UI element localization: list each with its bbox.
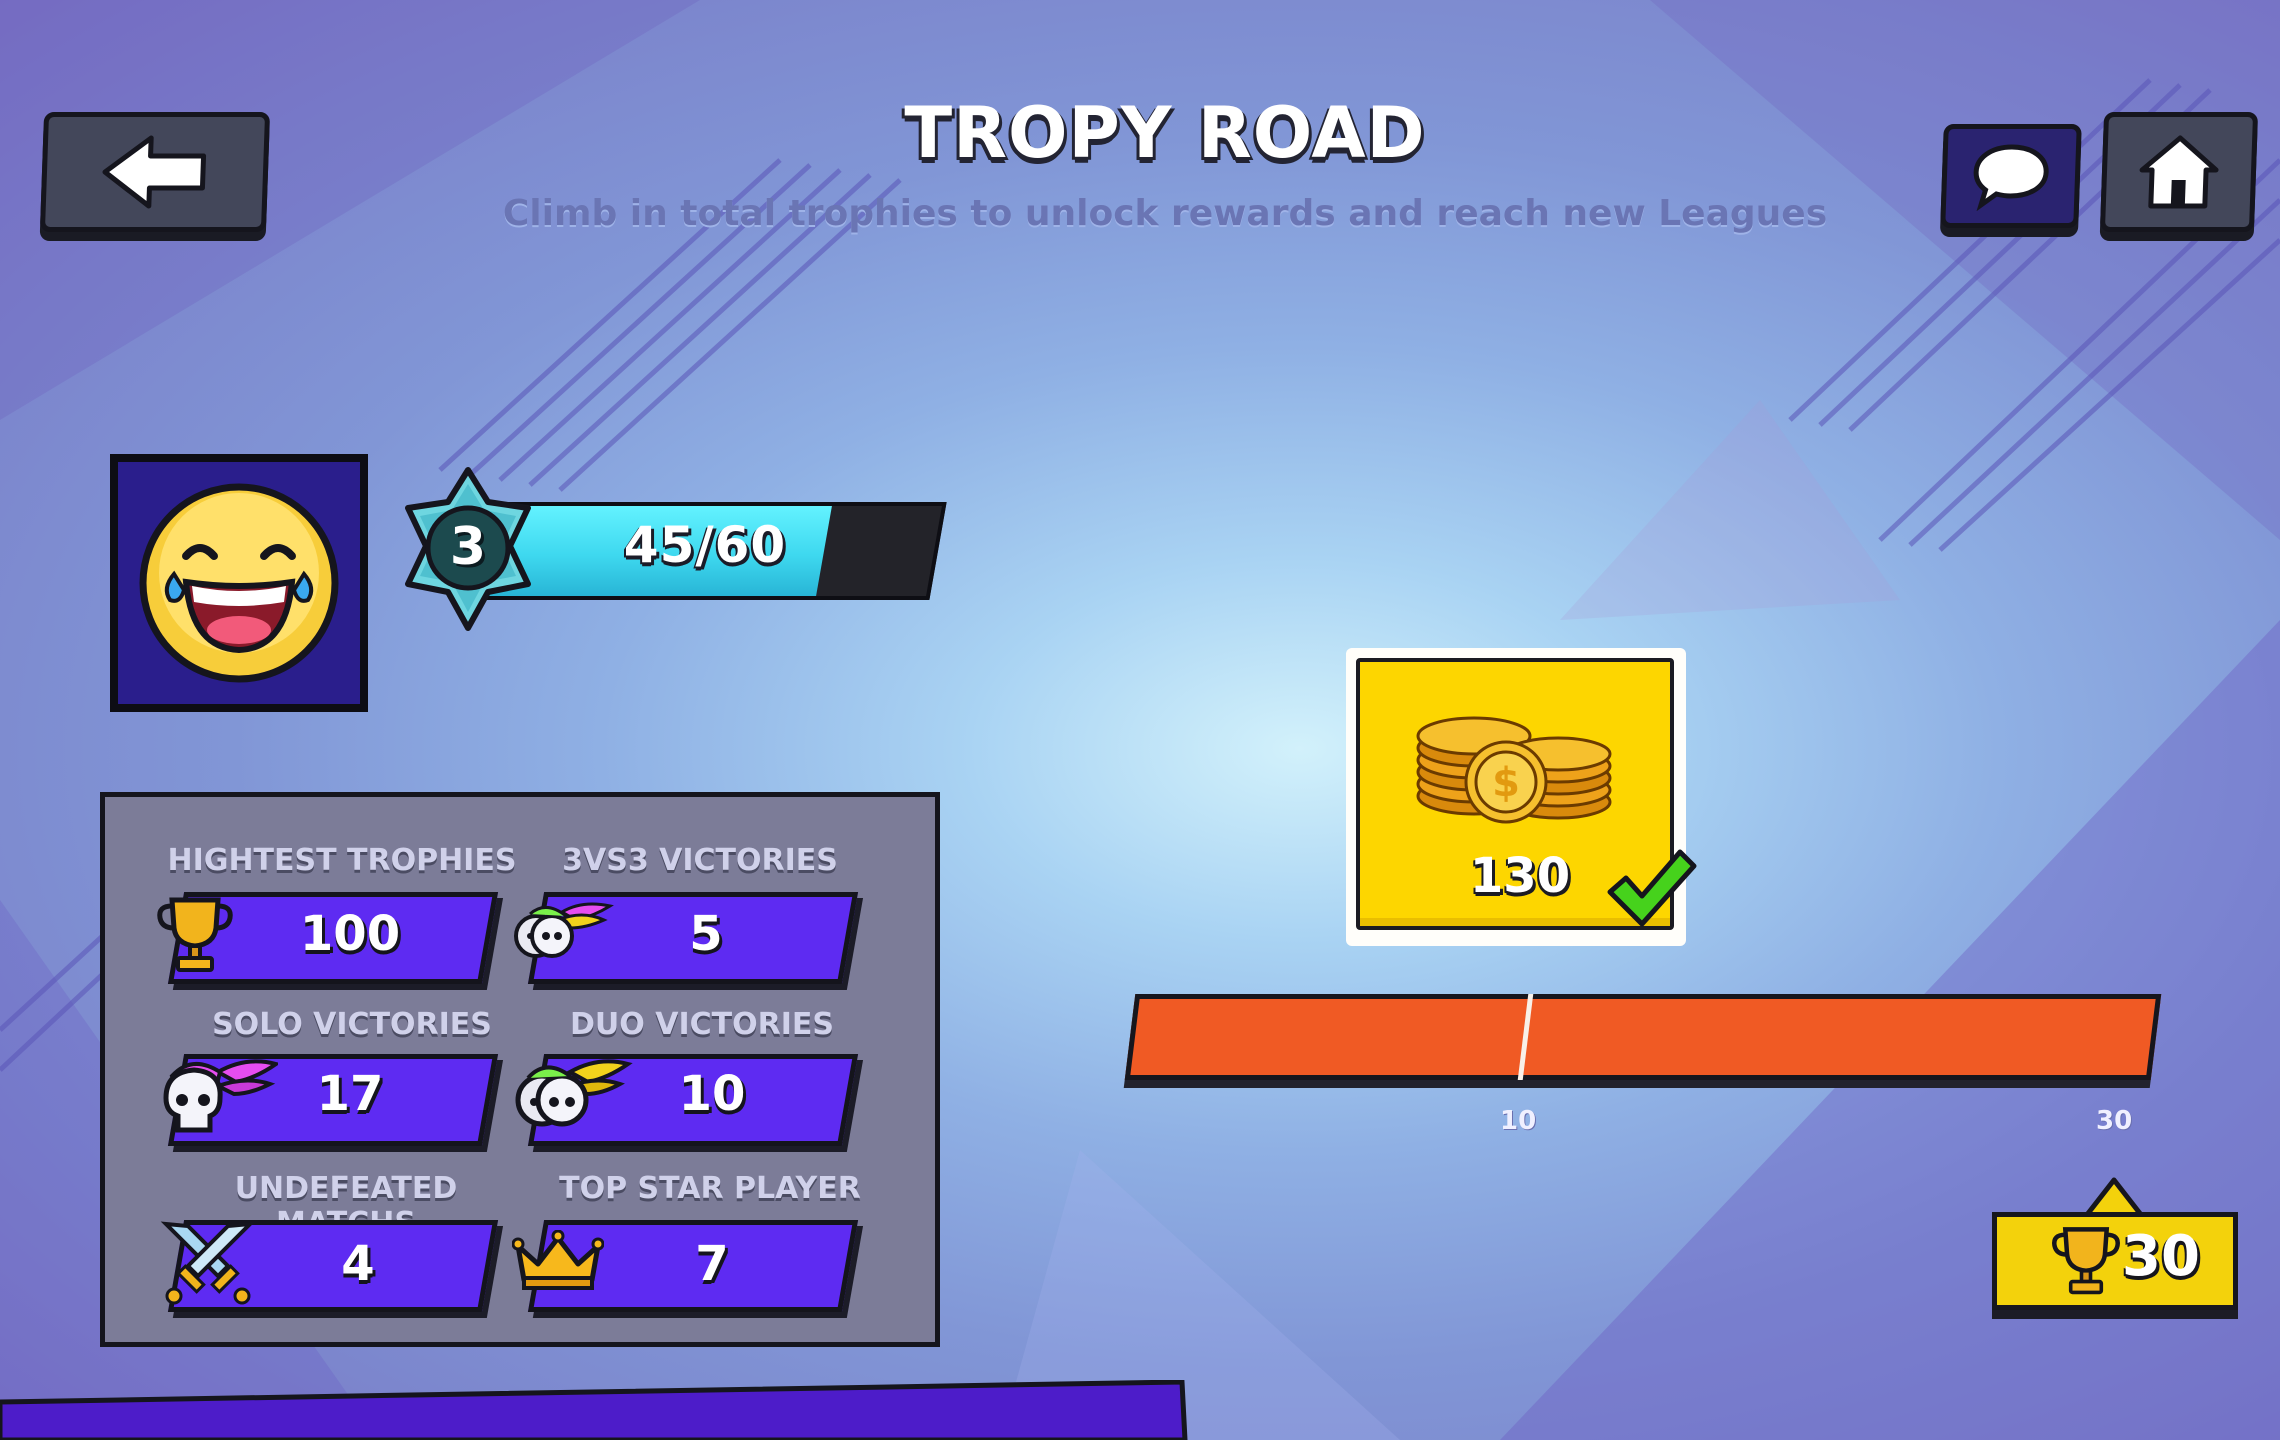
back-arrow-icon (102, 135, 207, 209)
back-button[interactable] (39, 112, 271, 232)
player-level: 3 (449, 517, 487, 577)
double-skull-icon (515, 1059, 633, 1127)
solo-victories-value: 17 (316, 1066, 384, 1122)
trophy-road-track (1124, 994, 2162, 1080)
crossed-swords-icon (160, 1221, 256, 1305)
crown-icon (512, 1230, 604, 1290)
page-subtitle: Climb in total trophies to unlock reward… (502, 193, 1828, 234)
duo-victories-label: DUO VICTORIES (570, 1007, 834, 1042)
top-star-player-value: 7 (695, 1236, 729, 1292)
victories-3v3-value: 5 (689, 906, 723, 962)
laughing-emoji-icon (139, 483, 339, 683)
home-button[interactable] (2099, 112, 2259, 232)
track-tick-10: 10 (1500, 1106, 1537, 1136)
trophy-icon (157, 897, 233, 972)
top-star-player-label: TOP STAR PLAYER (559, 1171, 861, 1206)
winged-skull-icon (163, 1059, 278, 1133)
home-icon (2139, 135, 2219, 209)
undefeated-matches-value: 4 (341, 1236, 375, 1292)
current-trophies-value: 30 (2122, 1224, 2200, 1289)
player-avatar[interactable] (110, 454, 368, 712)
track-divider (1517, 994, 1534, 1080)
xp-value: 45/60 (623, 516, 787, 574)
track-tick-30: 30 (2096, 1106, 2133, 1136)
highest-trophies-label: HIGHTEST TROPHIES (167, 843, 517, 878)
triple-skull-icon (514, 902, 614, 958)
bottom-panel-edge (0, 1380, 1188, 1440)
check-icon (1607, 849, 1697, 927)
chat-button[interactable] (1940, 124, 2082, 228)
victories-3v3-label: 3VS3 VICTORIES (562, 843, 838, 878)
trophy-icon (2052, 1227, 2120, 1295)
chat-bubble-icon (1973, 144, 2049, 211)
coin-stack-icon: $ (1416, 716, 1612, 824)
page-title: TROPY ROAD (904, 92, 1426, 174)
solo-victories-label: SOLO VICTORIES (212, 1007, 492, 1042)
reward-amount: 130 (1469, 848, 1571, 904)
highest-trophies-value: 100 (299, 906, 401, 962)
duo-victories-value: 10 (678, 1066, 746, 1122)
svg-text:$: $ (1492, 760, 1520, 806)
